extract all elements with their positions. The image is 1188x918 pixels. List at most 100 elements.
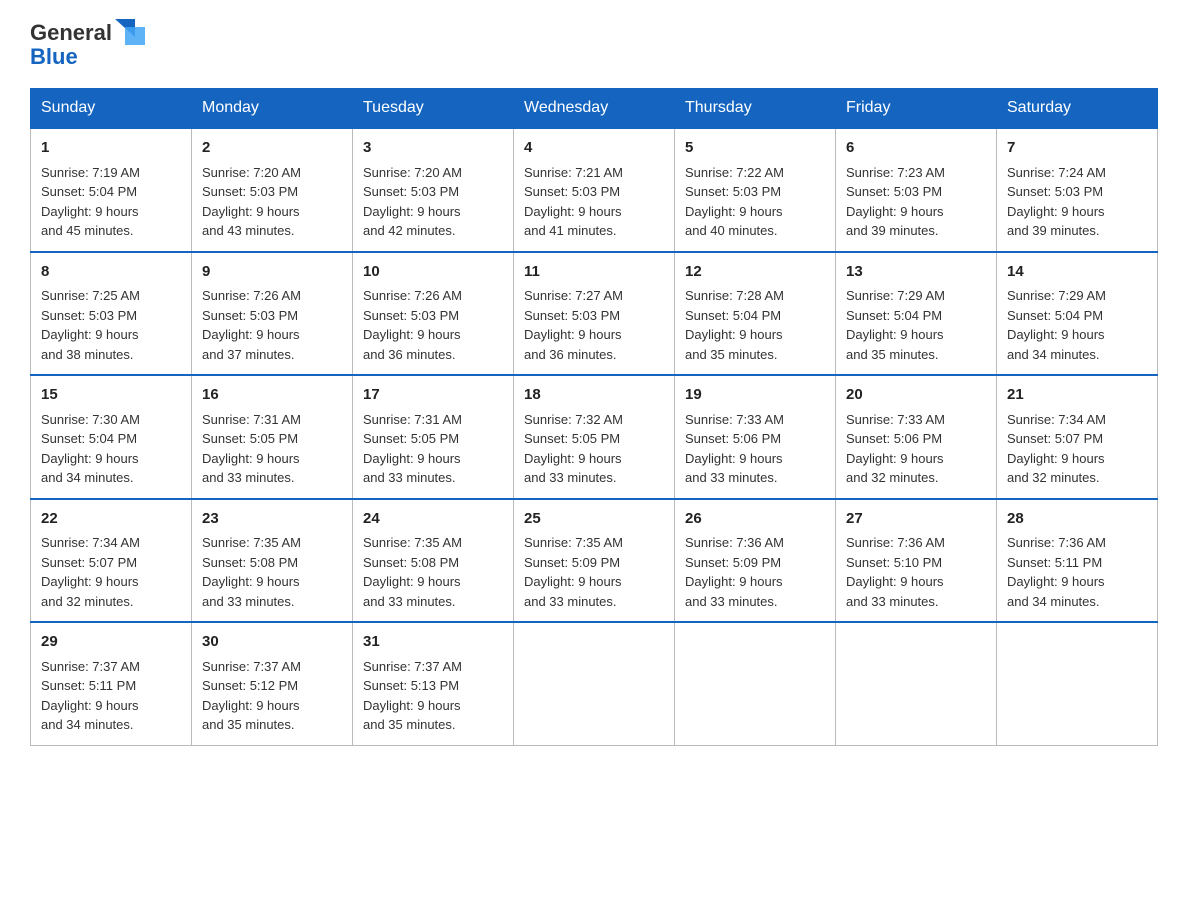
column-header-monday: Monday [192,89,353,129]
calendar-cell: 9Sunrise: 7:26 AMSunset: 5:03 PMDaylight… [192,252,353,376]
column-header-sunday: Sunday [31,89,192,129]
calendar-cell: 13Sunrise: 7:29 AMSunset: 5:04 PMDayligh… [836,252,997,376]
day-number: 9 [202,261,342,284]
day-info: Sunrise: 7:20 AMSunset: 5:03 PMDaylight:… [363,163,503,241]
page-header: General Blue [30,20,1158,70]
day-number: 19 [685,384,825,407]
day-number: 23 [202,508,342,531]
day-info: Sunrise: 7:25 AMSunset: 5:03 PMDaylight:… [41,286,181,364]
calendar-cell: 11Sunrise: 7:27 AMSunset: 5:03 PMDayligh… [514,252,675,376]
day-number: 20 [846,384,986,407]
calendar-cell: 15Sunrise: 7:30 AMSunset: 5:04 PMDayligh… [31,375,192,499]
day-info: Sunrise: 7:22 AMSunset: 5:03 PMDaylight:… [685,163,825,241]
calendar-cell: 18Sunrise: 7:32 AMSunset: 5:05 PMDayligh… [514,375,675,499]
day-info: Sunrise: 7:37 AMSunset: 5:11 PMDaylight:… [41,657,181,735]
calendar-cell: 6 Sunrise: 7:23 AMSunset: 5:03 PMDaylight… [836,128,997,252]
day-info: Sunrise: 7:31 AMSunset: 5:05 PMDaylight:… [202,410,342,488]
day-number: 4 [524,137,664,160]
day-info: Sunrise: 7:35 AMSunset: 5:09 PMDaylight:… [524,533,664,611]
day-number: 16 [202,384,342,407]
day-info: Sunrise: 7:35 AMSunset: 5:08 PMDaylight:… [202,533,342,611]
logo-general: General [30,20,112,46]
day-number: 21 [1007,384,1147,407]
column-header-thursday: Thursday [675,89,836,129]
day-info: Sunrise: 7:36 AMSunset: 5:10 PMDaylight:… [846,533,986,611]
day-info: Sunrise: 7:37 AMSunset: 5:13 PMDaylight:… [363,657,503,735]
day-number: 8 [41,261,181,284]
day-info: Sunrise: 7:33 AMSunset: 5:06 PMDaylight:… [685,410,825,488]
day-number: 13 [846,261,986,284]
day-info: Sunrise: 7:24 AMSunset: 5:03 PMDaylight:… [1007,163,1147,241]
day-info: Sunrise: 7:37 AMSunset: 5:12 PMDaylight:… [202,657,342,735]
logo-blue: Blue [30,44,78,70]
day-number: 26 [685,508,825,531]
day-number: 22 [41,508,181,531]
calendar-cell: 30 Sunrise: 7:37 AMSunset: 5:12 PMDayligh… [192,622,353,745]
day-info: Sunrise: 7:31 AMSunset: 5:05 PMDaylight:… [363,410,503,488]
day-info: Sunrise: 7:23 AMSunset: 5:03 PMDaylight:… [846,163,986,241]
day-number: 2 [202,137,342,160]
day-info: Sunrise: 7:26 AMSunset: 5:03 PMDaylight:… [363,286,503,364]
calendar-cell: 2 Sunrise: 7:20 AMSunset: 5:03 PMDaylight… [192,128,353,252]
calendar-cell: 8Sunrise: 7:25 AMSunset: 5:03 PMDaylight… [31,252,192,376]
day-info: Sunrise: 7:27 AMSunset: 5:03 PMDaylight:… [524,286,664,364]
day-info: Sunrise: 7:19 AMSunset: 5:04 PMDaylight:… [41,163,181,241]
calendar-cell [836,622,997,745]
calendar-cell [997,622,1158,745]
column-header-saturday: Saturday [997,89,1158,129]
calendar-cell: 12Sunrise: 7:28 AMSunset: 5:04 PMDayligh… [675,252,836,376]
day-number: 1 [41,137,181,160]
day-number: 6 [846,137,986,160]
calendar-week-row: 8Sunrise: 7:25 AMSunset: 5:03 PMDaylight… [31,252,1158,376]
column-header-tuesday: Tuesday [353,89,514,129]
day-number: 24 [363,508,503,531]
day-info: Sunrise: 7:26 AMSunset: 5:03 PMDaylight:… [202,286,342,364]
calendar-cell: 27Sunrise: 7:36 AMSunset: 5:10 PMDayligh… [836,499,997,623]
day-number: 17 [363,384,503,407]
day-info: Sunrise: 7:29 AMSunset: 5:04 PMDaylight:… [1007,286,1147,364]
calendar-cell: 7Sunrise: 7:24 AMSunset: 5:03 PMDaylight… [997,128,1158,252]
day-info: Sunrise: 7:34 AMSunset: 5:07 PMDaylight:… [41,533,181,611]
calendar-week-row: 15Sunrise: 7:30 AMSunset: 5:04 PMDayligh… [31,375,1158,499]
calendar-cell: 10Sunrise: 7:26 AMSunset: 5:03 PMDayligh… [353,252,514,376]
calendar-cell: 21 Sunrise: 7:34 AMSunset: 5:07 PMDayligh… [997,375,1158,499]
day-info: Sunrise: 7:21 AMSunset: 5:03 PMDaylight:… [524,163,664,241]
day-number: 28 [1007,508,1147,531]
calendar-cell [675,622,836,745]
day-number: 25 [524,508,664,531]
calendar-week-row: 29 Sunrise: 7:37 AMSunset: 5:11 PMDayligh… [31,622,1158,745]
day-info: Sunrise: 7:20 AMSunset: 5:03 PMDaylight:… [202,163,342,241]
day-info: Sunrise: 7:36 AMSunset: 5:11 PMDaylight:… [1007,533,1147,611]
day-info: Sunrise: 7:32 AMSunset: 5:05 PMDaylight:… [524,410,664,488]
day-number: 15 [41,384,181,407]
calendar-cell: 16 Sunrise: 7:31 AMSunset: 5:05 PMDayligh… [192,375,353,499]
day-info: Sunrise: 7:28 AMSunset: 5:04 PMDaylight:… [685,286,825,364]
calendar-header-row: SundayMondayTuesdayWednesdayThursdayFrid… [31,89,1158,129]
calendar-table: SundayMondayTuesdayWednesdayThursdayFrid… [30,88,1158,746]
calendar-cell: 17 Sunrise: 7:31 AMSunset: 5:05 PMDayligh… [353,375,514,499]
day-number: 11 [524,261,664,284]
calendar-cell: 29 Sunrise: 7:37 AMSunset: 5:11 PMDayligh… [31,622,192,745]
calendar-cell: 14Sunrise: 7:29 AMSunset: 5:04 PMDayligh… [997,252,1158,376]
day-info: Sunrise: 7:29 AMSunset: 5:04 PMDaylight:… [846,286,986,364]
calendar-cell: 22Sunrise: 7:34 AMSunset: 5:07 PMDayligh… [31,499,192,623]
logo: General Blue [30,20,145,70]
day-number: 30 [202,631,342,654]
day-number: 27 [846,508,986,531]
day-info: Sunrise: 7:34 AMSunset: 5:07 PMDaylight:… [1007,410,1147,488]
day-info: Sunrise: 7:36 AMSunset: 5:09 PMDaylight:… [685,533,825,611]
day-number: 29 [41,631,181,654]
calendar-cell: 20Sunrise: 7:33 AMSunset: 5:06 PMDayligh… [836,375,997,499]
calendar-cell: 1 Sunrise: 7:19 AMSunset: 5:04 PMDaylight… [31,128,192,252]
calendar-cell: 5 Sunrise: 7:22 AMSunset: 5:03 PMDaylight… [675,128,836,252]
day-number: 5 [685,137,825,160]
calendar-cell: 31Sunrise: 7:37 AMSunset: 5:13 PMDayligh… [353,622,514,745]
day-number: 14 [1007,261,1147,284]
calendar-cell: 25Sunrise: 7:35 AMSunset: 5:09 PMDayligh… [514,499,675,623]
calendar-week-row: 1 Sunrise: 7:19 AMSunset: 5:04 PMDaylight… [31,128,1158,252]
day-number: 10 [363,261,503,284]
calendar-cell [514,622,675,745]
day-number: 3 [363,137,503,160]
day-info: Sunrise: 7:35 AMSunset: 5:08 PMDaylight:… [363,533,503,611]
calendar-cell: 19 Sunrise: 7:33 AMSunset: 5:06 PMDayligh… [675,375,836,499]
